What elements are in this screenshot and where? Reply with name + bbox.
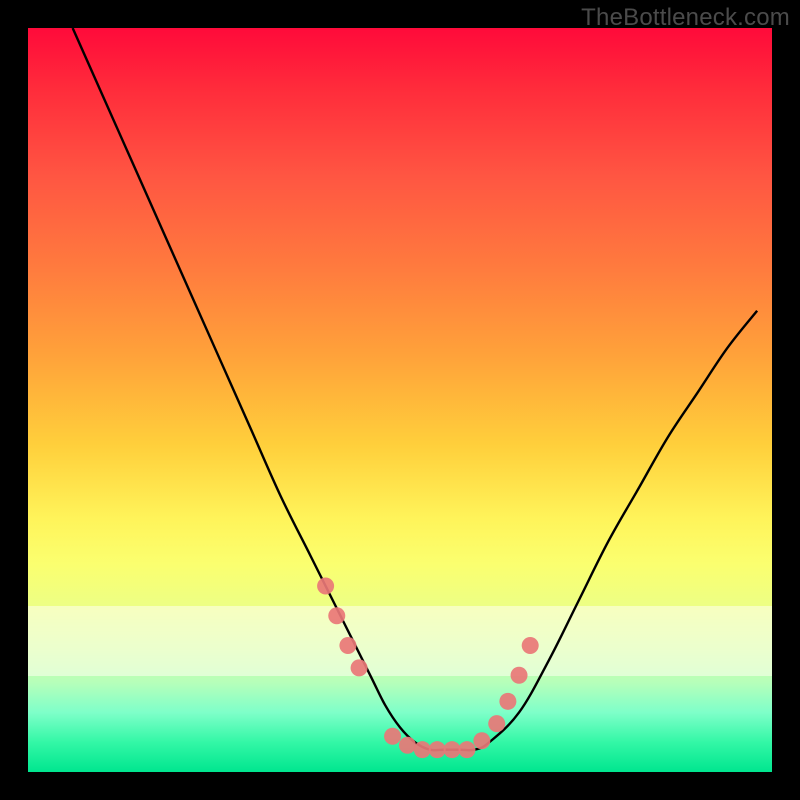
marker-dot [328, 607, 345, 624]
curve-layer [28, 28, 772, 772]
marker-dot [499, 693, 516, 710]
marker-dot [511, 667, 528, 684]
marker-dot [473, 732, 490, 749]
plot-area [28, 28, 772, 772]
marker-dot [429, 741, 446, 758]
marker-dot [458, 741, 475, 758]
marker-dot [414, 741, 431, 758]
bottleneck-curve [73, 28, 757, 750]
marker-dot [444, 741, 461, 758]
marker-dot [317, 578, 334, 595]
marker-dot [384, 728, 401, 745]
chart-frame: TheBottleneck.com [0, 0, 800, 800]
marker-dot [522, 637, 539, 654]
marker-dot [399, 737, 416, 754]
marker-dot [351, 659, 368, 676]
marker-dot [488, 715, 505, 732]
marker-dot [339, 637, 356, 654]
marker-group [317, 578, 539, 759]
watermark-text: TheBottleneck.com [581, 4, 790, 32]
